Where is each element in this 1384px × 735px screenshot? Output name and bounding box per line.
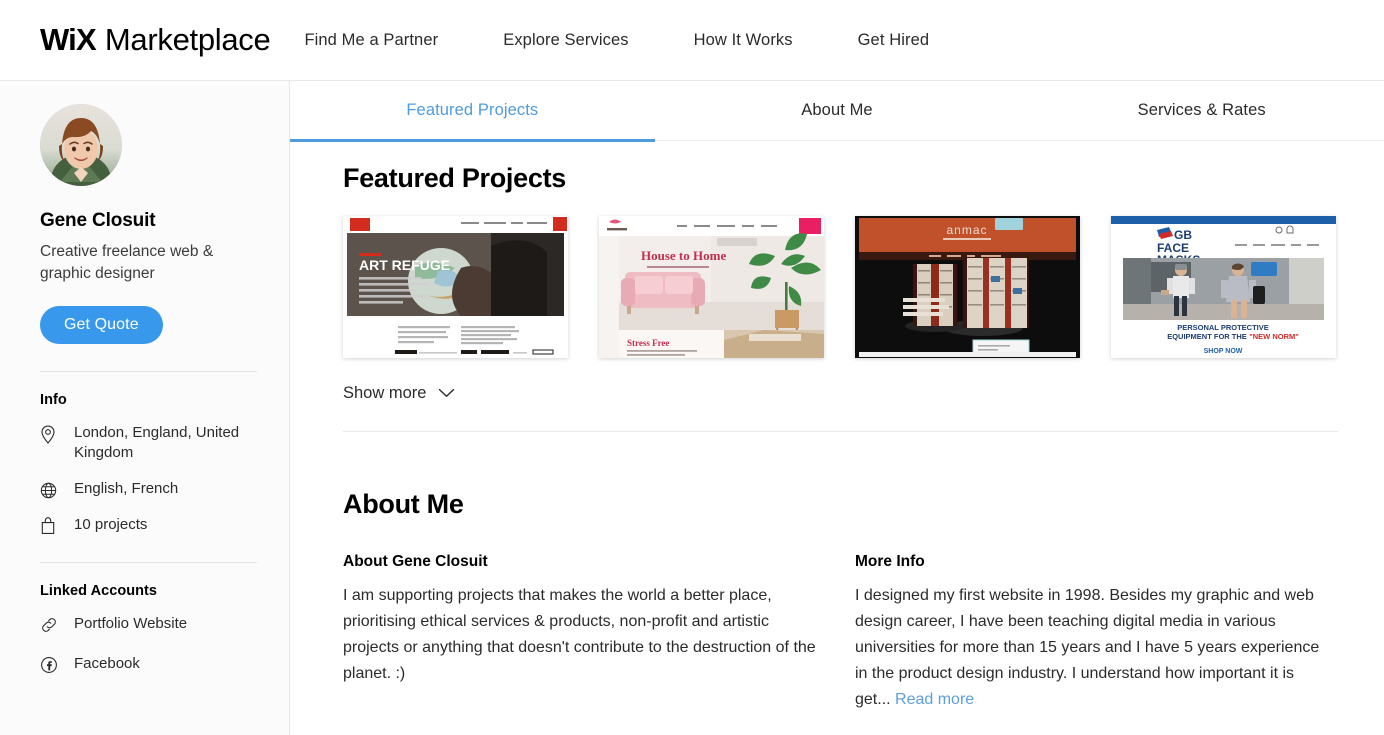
about-me-heading: About Me (343, 489, 464, 519)
project-thumbnail-house-to-home[interactable]: House to Home Stress Free (599, 216, 824, 358)
info-row-languages: English, French (40, 479, 256, 499)
about-right-title: More Info (855, 553, 925, 570)
section-divider (343, 431, 1338, 432)
main-nav: Find Me a Partner Explore Services How I… (304, 31, 929, 50)
about-right-body: I designed my first website in 1998. Bes… (855, 583, 1330, 713)
svg-text:GB: GB (1174, 228, 1192, 242)
main-content: Featured Projects About Me Services & Ra… (290, 81, 1384, 735)
svg-text:ART REFUGE: ART REFUGE (359, 257, 450, 273)
project-thumbnail-anmac[interactable]: anmac (855, 216, 1080, 358)
linked-account-portfolio-website[interactable]: Portfolio Website (40, 614, 256, 634)
nav-item-how-it-works[interactable]: How It Works (694, 31, 793, 50)
project-thumbnail-list: ART REFUGE House to Home Stress Free anm… (343, 216, 1338, 358)
linked-accounts-title: Linked Accounts (40, 583, 158, 599)
about-left-title: About Gene Closuit (343, 553, 488, 570)
facebook-icon (40, 655, 62, 675)
briefcase-icon (40, 516, 62, 536)
link-icon (40, 615, 62, 635)
page-body: Gene Closuit Creative freelance web & gr… (0, 81, 1384, 735)
about-right-column: More Info I designed my first website in… (855, 553, 1330, 713)
profile-name: Gene Closuit (40, 210, 156, 231)
sidebar-divider-2 (40, 562, 257, 563)
info-row-location: London, England, United Kingdom (40, 423, 256, 463)
get-quote-button[interactable]: Get Quote (40, 306, 163, 344)
profile-tagline: Creative freelance web & graphic designe… (40, 243, 214, 282)
top-header: WiX Marketplace Find Me a Partner Explor… (0, 0, 1384, 81)
featured-projects-heading: Featured Projects (343, 163, 566, 193)
about-columns: About Gene Closuit I am supporting proje… (343, 553, 1338, 713)
svg-text:House to Home: House to Home (641, 248, 726, 263)
profile-tabs: Featured Projects About Me Services & Ra… (290, 81, 1384, 142)
project-thumbnail-art-refuge[interactable]: ART REFUGE (343, 216, 568, 358)
about-left-body: I am supporting projects that makes the … (343, 587, 816, 682)
info-projects-text: 10 projects (74, 516, 148, 533)
svg-text:SHOP NOW: SHOP NOW (1204, 348, 1243, 355)
svg-text:Stress Free: Stress Free (627, 338, 669, 348)
tab-featured-projects[interactable]: Featured Projects (290, 81, 655, 142)
brand-logo[interactable]: WiX Marketplace (40, 22, 271, 58)
info-location-text: London, England, United Kingdom (74, 424, 240, 461)
sidebar-divider-1 (40, 371, 257, 372)
info-section-title: Info (40, 392, 67, 408)
nav-item-explore-services[interactable]: Explore Services (503, 31, 628, 50)
tab-about-me[interactable]: About Me (655, 81, 1020, 141)
content-area: Featured Projects ART REFUGE House to Ho… (290, 163, 1384, 713)
location-pin-icon (40, 424, 62, 444)
svg-text:"NEW NORM": "NEW NORM" (1249, 332, 1299, 341)
avatar[interactable] (40, 104, 122, 186)
show-more-button[interactable]: Show more (343, 384, 455, 403)
linked-portfolio-label: Portfolio Website (74, 615, 188, 632)
linked-account-facebook[interactable]: Facebook (40, 654, 256, 674)
nav-item-get-hired[interactable]: Get Hired (858, 31, 930, 50)
project-thumbnail-gb-face-masks[interactable]: GB FACE MASKS (1111, 216, 1336, 358)
read-more-link[interactable]: Read more (895, 691, 974, 708)
tab-services-rates[interactable]: Services & Rates (1019, 81, 1384, 141)
nav-item-find-me-a-partner[interactable]: Find Me a Partner (304, 31, 438, 50)
about-left-column: About Gene Closuit I am supporting proje… (343, 553, 818, 713)
brand-wix-text: WiX (40, 22, 97, 57)
info-languages-text: English, French (74, 480, 179, 497)
info-row-projects: 10 projects (40, 515, 256, 535)
svg-text:EQUIPMENT FOR THE: EQUIPMENT FOR THE (1167, 332, 1247, 341)
linked-facebook-label: Facebook (74, 655, 140, 672)
svg-text:anmac: anmac (946, 223, 987, 237)
chevron-down-icon (438, 385, 455, 403)
globe-icon (40, 480, 62, 500)
svg-text:PERSONAL PROTECTIVE: PERSONAL PROTECTIVE (1177, 323, 1269, 332)
brand-marketplace-text: Marketplace (104, 22, 271, 57)
show-more-label: Show more (343, 384, 427, 402)
about-right-text: I designed my first website in 1998. Bes… (855, 587, 1320, 708)
profile-sidebar: Gene Closuit Creative freelance web & gr… (0, 81, 290, 735)
